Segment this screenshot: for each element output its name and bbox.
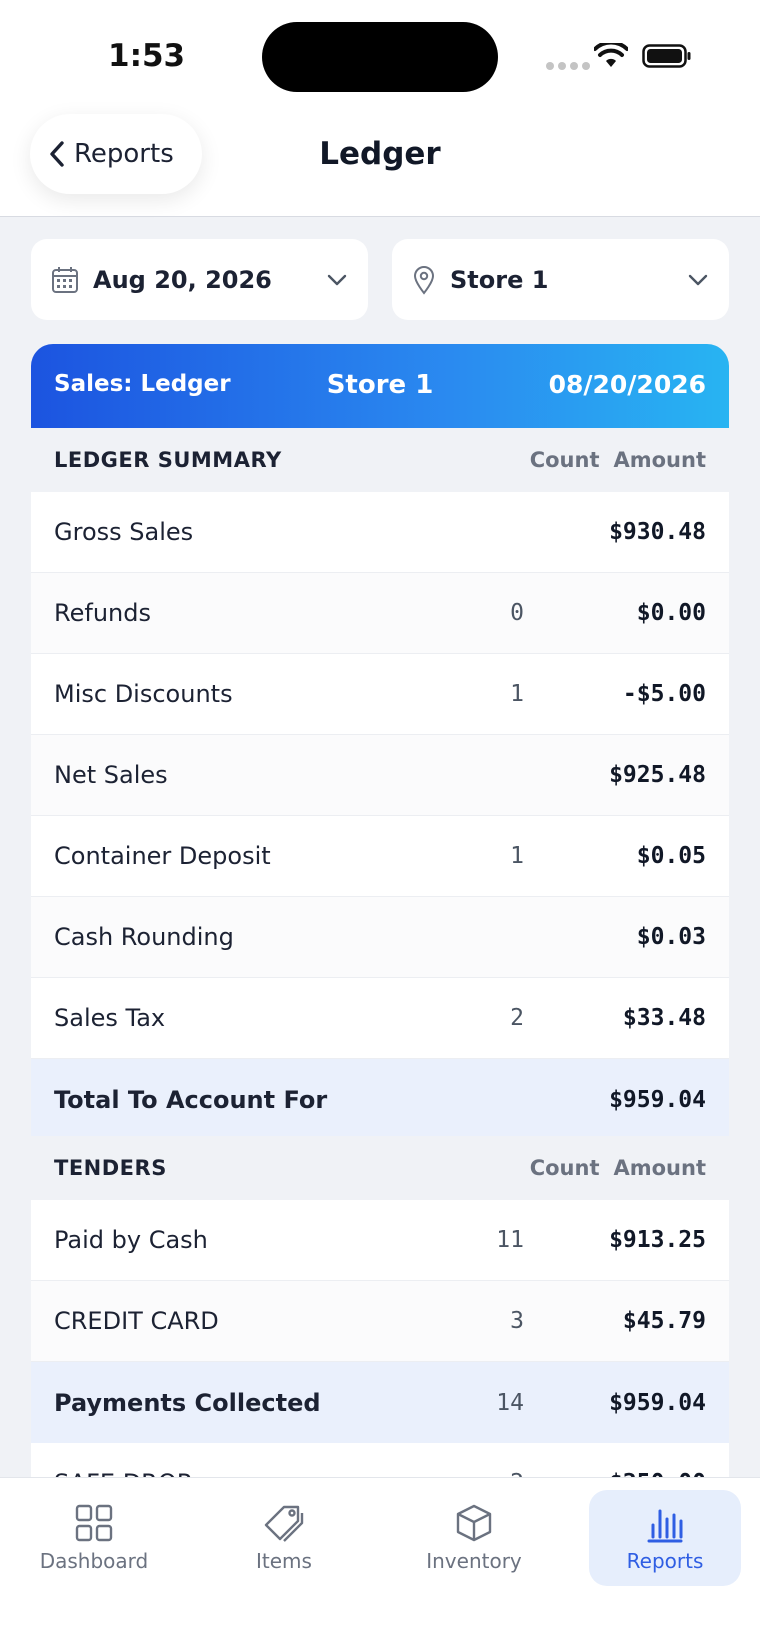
tab-label: Inventory <box>426 1549 522 1573</box>
tag-icon <box>264 1505 304 1542</box>
total-row: Payments Collected 14 $959.04 <box>31 1362 729 1443</box>
date-picker[interactable]: Aug 20, 2026 <box>31 239 368 320</box>
tab-inventory[interactable]: Inventory <box>398 1490 550 1586</box>
status-time: 1:53 <box>108 38 186 74</box>
table-row: Sales Tax 2 $33.48 <box>31 978 729 1059</box>
report-date: 08/20/2026 <box>548 370 706 399</box>
count-column-header: Count <box>529 448 600 472</box>
table-row: Paid by Cash 11 $913.25 <box>31 1200 729 1281</box>
battery-icon <box>642 44 691 68</box>
grid-icon <box>75 1504 113 1542</box>
table-row: Net Sales $925.48 <box>31 735 729 816</box>
dynamic-island <box>262 22 498 92</box>
section-title: LEDGER SUMMARY <box>54 448 282 472</box>
navigation-bar: Reports Ledger <box>0 100 760 217</box>
table-row: Container Deposit 1 $0.05 <box>31 816 729 897</box>
tab-bar: Dashboard Items Inventory Reports <box>0 1477 760 1645</box>
total-row: Total To Account For $959.04 <box>31 1059 729 1140</box>
calendar-icon <box>52 266 78 293</box>
tenders-header: TENDERS Count Amount <box>31 1136 729 1200</box>
table-row: Cash Rounding $0.03 <box>31 897 729 978</box>
tenders-rows: Paid by Cash 11 $913.25 CREDIT CARD 3 $4… <box>31 1200 729 1524</box>
tab-label: Items <box>256 1549 312 1573</box>
tab-items[interactable]: Items <box>208 1490 360 1586</box>
tab-dashboard[interactable]: Dashboard <box>18 1490 170 1586</box>
amount-column-header: Amount <box>613 448 706 472</box>
status-bar: 1:53 <box>0 0 760 100</box>
table-row: CREDIT CARD 3 $45.79 <box>31 1281 729 1362</box>
wifi-icon <box>594 43 628 67</box>
tab-label: Dashboard <box>39 1549 149 1573</box>
chevron-down-icon <box>327 274 347 285</box>
date-picker-value: Aug 20, 2026 <box>93 265 272 294</box>
section-title: TENDERS <box>54 1156 167 1180</box>
page-title: Ledger <box>319 136 441 172</box>
location-pin-icon <box>413 265 435 295</box>
table-row: Misc Discounts 1 -$5.00 <box>31 654 729 735</box>
bar-chart-icon <box>647 1509 683 1543</box>
tab-reports[interactable]: Reports <box>589 1490 741 1586</box>
amount-column-header: Amount <box>613 1156 706 1180</box>
store-picker-value: Store 1 <box>450 265 549 294</box>
table-row: Gross Sales $930.48 <box>31 492 729 573</box>
count-column-header: Count <box>529 1156 600 1180</box>
tab-label: Reports <box>626 1549 704 1573</box>
cellular-signal-icon <box>546 62 590 70</box>
box-icon <box>456 1504 492 1542</box>
ledger-summary-header: LEDGER SUMMARY Count Amount <box>31 428 729 492</box>
report-header: Sales: Ledger Store 1 08/20/2026 <box>31 344 729 428</box>
store-picker[interactable]: Store 1 <box>392 239 729 320</box>
table-row: Refunds 0 $0.00 <box>31 573 729 654</box>
chevron-down-icon <box>688 274 708 285</box>
ledger-summary-rows: Gross Sales $930.48 Refunds 0 $0.00 Misc… <box>31 492 729 1140</box>
